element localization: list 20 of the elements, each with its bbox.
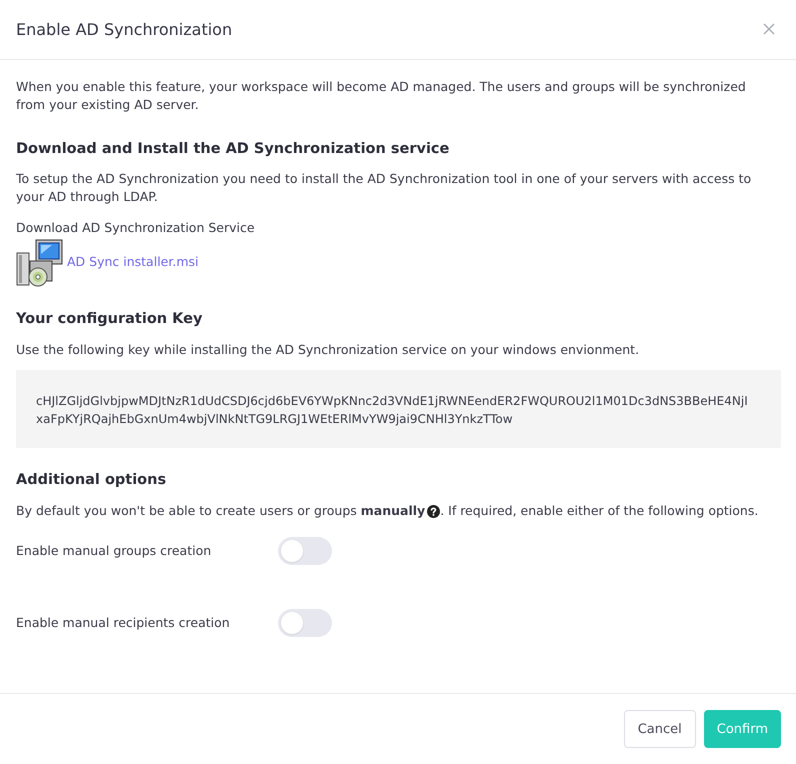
installer-icon <box>16 239 64 287</box>
option-label: Enable manual groups creation <box>16 542 212 560</box>
option-label: Enable manual recipients creation <box>16 614 231 632</box>
section-heading: Your configuration Key <box>16 310 204 329</box>
section-description: To setup the AD Synchronization you need to install the AD Synchronization tool in one of your servers with access to your AD through LDAP. <box>16 170 752 206</box>
intro-text: When you enable this feature, your workspace will become AD managed. The users and groups will be synchronized from your existing AD server. <box>16 78 747 114</box>
section-heading: Additional options <box>16 471 168 490</box>
configuration-key: cHJlZGljdGlvbjpwMDJtNzR1dUdCSDJ6cjd6bEV6YWpKNnc2d3VNdE1jRWNEendER2FWQUROU2l1M01Dc3dNS3BBeHE4NjIxaFpKYjRQajhEbGxnUm4wbjVlNkNtTG9LRGJ1WEtERlMvYW9jai9CNHl3YnkzTTow <box>16 370 781 448</box>
dialog-title: Enable AD Synchronization <box>16 20 232 39</box>
toggle-switch[interactable] <box>278 609 332 637</box>
help-icon[interactable] <box>427 504 440 518</box>
download-label: Download AD Synchronization Service <box>16 219 256 237</box>
close-icon[interactable] <box>763 22 775 34</box>
toggle-switch[interactable] <box>278 537 332 565</box>
options-description: . If required, enable either of the following options. <box>440 502 758 520</box>
installer-download-link[interactable]: AD Sync installer.msi <box>67 253 198 271</box>
options-description: By default you won't be able to create users or groups manually <box>16 502 426 520</box>
cancel-button[interactable]: Cancel <box>624 710 696 748</box>
section-heading: Download and Install the AD Synchronization service <box>16 140 450 159</box>
section-description: Use the following key while installing the AD Synchronization service on your windows envionment. <box>16 341 640 359</box>
